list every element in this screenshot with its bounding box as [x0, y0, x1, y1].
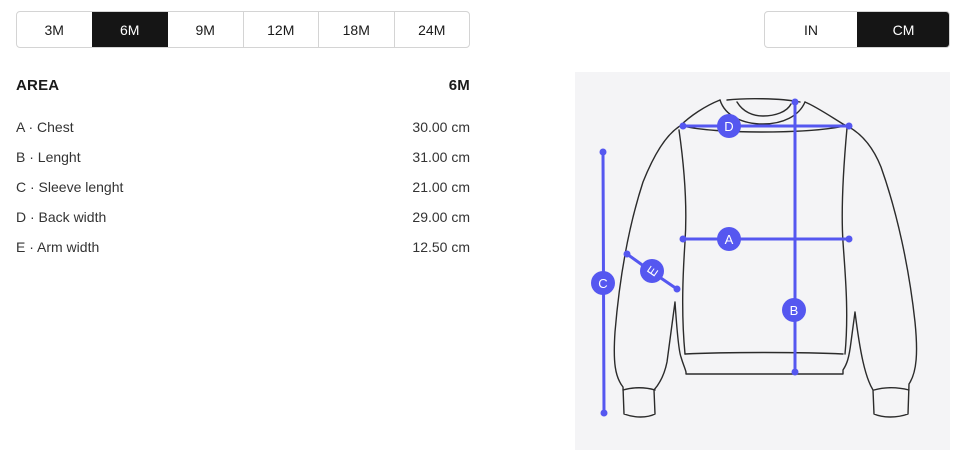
- size-option-18m[interactable]: 18M: [318, 12, 394, 47]
- table-row: E · Arm width 12.50 cm: [16, 232, 470, 262]
- size-heading: 6M: [448, 76, 470, 94]
- unit-option-cm[interactable]: CM: [857, 12, 949, 47]
- row-value: 30.00 cm: [412, 119, 470, 135]
- row-value: 29.00 cm: [412, 209, 470, 225]
- marker-b: B: [782, 298, 806, 322]
- collar-inner: [736, 101, 792, 117]
- row-label: A · Chest: [16, 119, 74, 135]
- size-selector: 3M 6M 9M 12M 18M 24M: [16, 11, 470, 48]
- size-option-3m[interactable]: 3M: [17, 12, 92, 47]
- size-option-9m[interactable]: 9M: [167, 12, 243, 47]
- svg-text:B: B: [790, 303, 799, 318]
- row-label: C · Sleeve lenght: [16, 179, 124, 195]
- size-option-24m[interactable]: 24M: [393, 12, 470, 47]
- area-heading: AREA: [16, 76, 60, 94]
- marker-e: E: [640, 259, 664, 283]
- size-option-12m[interactable]: 12M: [242, 12, 319, 47]
- row-label: B · Lenght: [16, 149, 81, 165]
- marker-d: D: [717, 114, 741, 138]
- table-row: A · Chest 30.00 cm: [16, 112, 470, 142]
- unit-option-in[interactable]: IN: [765, 12, 857, 47]
- svg-text:A: A: [725, 232, 734, 247]
- table-row: D · Back width 29.00 cm: [16, 202, 470, 232]
- row-value: 21.00 cm: [412, 179, 470, 195]
- row-value: 31.00 cm: [412, 149, 470, 165]
- table-row: B · Lenght 31.00 cm: [16, 142, 470, 172]
- sweater-illustration: D A B C E: [591, 97, 918, 418]
- right-cuff: [873, 387, 910, 391]
- left-cuff: [622, 387, 656, 391]
- svg-text:D: D: [724, 119, 733, 134]
- marker-c: C: [591, 271, 615, 295]
- svg-text:C: C: [598, 276, 607, 291]
- garment-diagram: D A B C E: [575, 72, 950, 450]
- hem-band: [684, 351, 844, 355]
- row-label: D · Back width: [16, 209, 107, 225]
- sweater-body-outline: [613, 99, 918, 418]
- unit-selector: IN CM: [764, 11, 950, 48]
- marker-a: A: [717, 227, 741, 251]
- row-value: 12.50 cm: [412, 239, 470, 255]
- table-row: C · Sleeve lenght 21.00 cm: [16, 172, 470, 202]
- measurements-table: AREA 6M A · Chest 30.00 cm B · Lenght 31…: [16, 74, 470, 262]
- row-label: E · Arm width: [16, 239, 100, 255]
- table-header: AREA 6M: [16, 74, 470, 96]
- size-option-6m[interactable]: 6M: [91, 12, 167, 47]
